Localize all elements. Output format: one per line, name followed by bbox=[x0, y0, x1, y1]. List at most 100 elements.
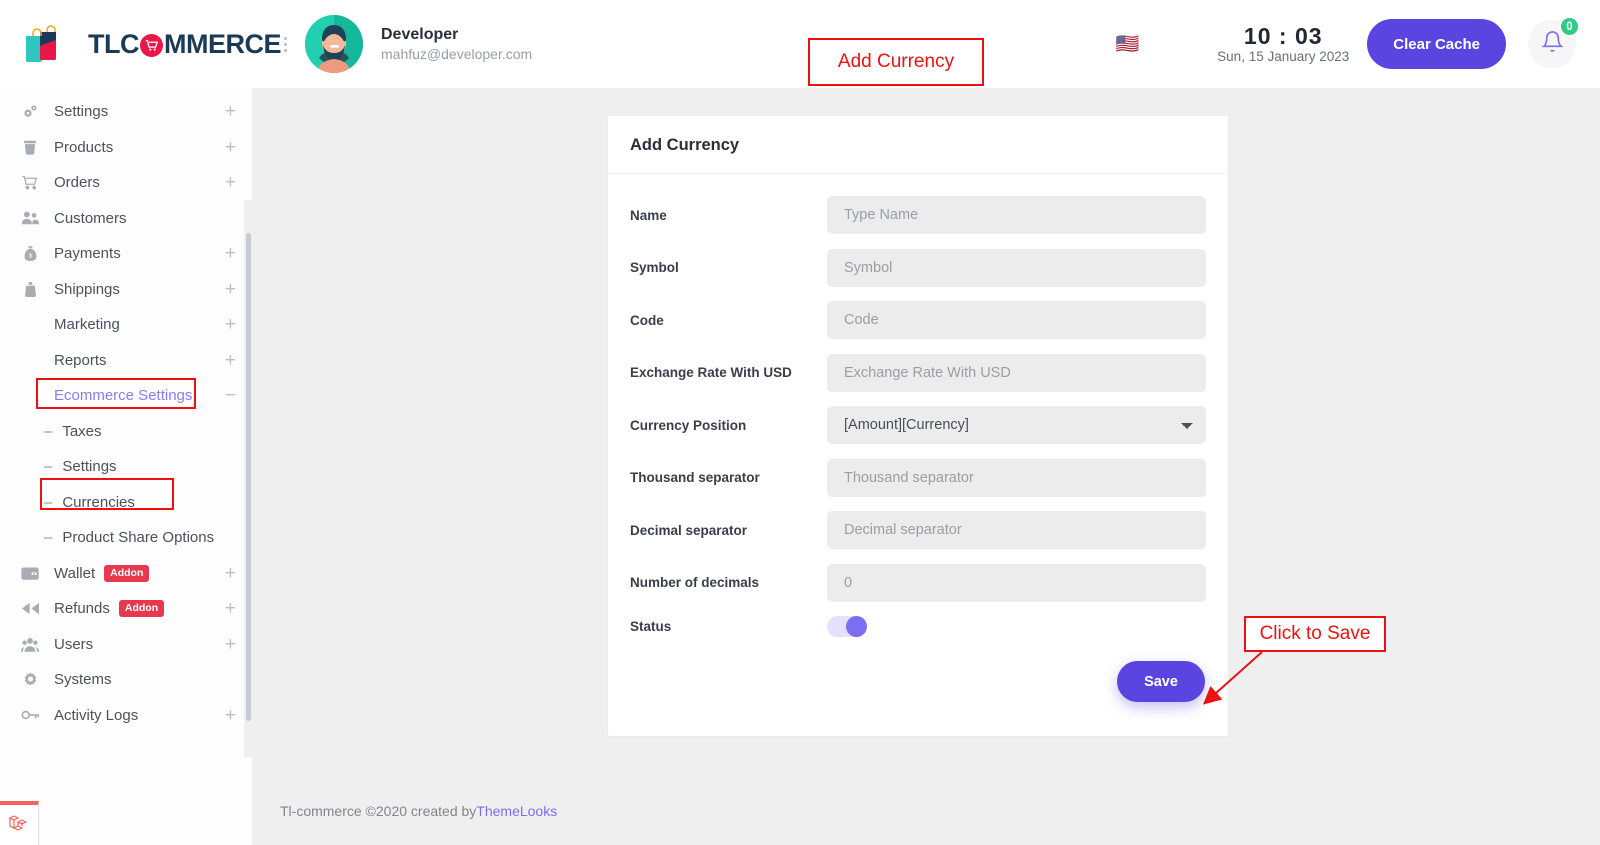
users-icon bbox=[18, 210, 42, 226]
sidebar-item-users[interactable]: Users + bbox=[0, 627, 252, 663]
language-flag-icon[interactable]: 🇺🇸 bbox=[1116, 35, 1140, 54]
form-row-thousand-separator: Thousand separator bbox=[630, 459, 1206, 497]
avatar[interactable] bbox=[305, 15, 363, 73]
box-icon bbox=[18, 139, 42, 156]
sidebar-item-refunds[interactable]: Refunds Addon + bbox=[0, 591, 252, 627]
card-body: Name Symbol Code Exchange Rate With USD Curr… bbox=[608, 174, 1228, 736]
exchange-rate-input[interactable] bbox=[827, 354, 1206, 392]
dot bbox=[284, 37, 287, 40]
sidebar-scrollbar[interactable] bbox=[246, 233, 251, 721]
top-header: TLCMMERCE Developer mahfuz@developer.com bbox=[0, 0, 1600, 88]
sidebar-item-label: Wallet bbox=[54, 565, 95, 582]
form-actions: Save bbox=[630, 661, 1206, 702]
notifications-button[interactable]: 0 bbox=[1528, 20, 1576, 68]
label-symbol: Symbol bbox=[630, 260, 827, 275]
expand-icon[interactable]: + bbox=[225, 138, 236, 157]
sidebar-item-label: Reports bbox=[54, 352, 107, 369]
sidebar-item-currencies[interactable]: –Currencies bbox=[0, 485, 252, 521]
sidebar-item-product-share-options[interactable]: –Product Share Options bbox=[0, 520, 252, 556]
money-bag-icon: $ bbox=[18, 245, 42, 262]
brand-text-first: TLC bbox=[88, 29, 139, 60]
cart-icon bbox=[18, 174, 42, 191]
form-row-symbol: Symbol bbox=[630, 249, 1206, 287]
expand-icon[interactable]: + bbox=[225, 564, 236, 583]
number-of-decimals-input[interactable] bbox=[827, 564, 1206, 602]
sub-item-dash-icon: – bbox=[44, 529, 52, 546]
expand-icon[interactable]: + bbox=[225, 102, 236, 121]
sidebar-item-marketing[interactable]: Marketing+ bbox=[0, 307, 252, 343]
sidebar-item-label: Activity Logs bbox=[54, 707, 138, 724]
code-input[interactable] bbox=[827, 301, 1206, 339]
expand-icon[interactable]: + bbox=[225, 173, 236, 192]
expand-icon[interactable]: + bbox=[225, 599, 236, 618]
label-exchange-rate: Exchange Rate With USD bbox=[630, 365, 827, 380]
wallet-icon bbox=[18, 566, 42, 581]
sidebar-item-shippings[interactable]: Shippings+ bbox=[0, 272, 252, 308]
sidebar-item-label: Products bbox=[54, 139, 113, 156]
sidebar-item-ecommerce-settings[interactable]: Ecommerce Settings− bbox=[0, 378, 252, 414]
shopping-bag-logo-icon bbox=[20, 22, 64, 66]
collapse-icon[interactable]: − bbox=[225, 386, 236, 405]
sidebar-item-systems[interactable]: Systems bbox=[0, 662, 252, 698]
app-root: TLCMMERCE Developer mahfuz@developer.com bbox=[0, 0, 1600, 845]
main-content: Add Currency NameSymbolCodeExchange Rate… bbox=[252, 88, 1600, 845]
clear-cache-button[interactable]: Clear Cache bbox=[1367, 19, 1506, 69]
user-group-icon bbox=[18, 636, 42, 653]
expand-icon[interactable]: + bbox=[225, 351, 236, 370]
expand-icon[interactable]: + bbox=[225, 315, 236, 334]
refund-icon bbox=[18, 601, 42, 616]
footer: Tl-commerce ©2020 created byThemeLooks bbox=[280, 803, 557, 819]
sidebar-item-settings[interactable]: –Settings bbox=[0, 449, 252, 485]
name-input[interactable] bbox=[827, 196, 1206, 234]
sidebar-item-payments[interactable]: $Payments+ bbox=[0, 236, 252, 272]
brand-logo[interactable]: TLCMMERCE bbox=[0, 22, 262, 66]
sidebar-item-activity-logs[interactable]: Activity Logs + bbox=[0, 698, 252, 734]
label-code: Code bbox=[630, 313, 827, 328]
addon-badge: Addon bbox=[104, 565, 149, 582]
sidebar-toggle-dots-icon[interactable] bbox=[284, 37, 287, 52]
sidebar-item-products[interactable]: Products + bbox=[0, 130, 252, 166]
form-row-code: Code bbox=[630, 301, 1206, 339]
dot bbox=[284, 49, 287, 52]
gear-icon bbox=[18, 671, 42, 688]
sidebar-item-taxes[interactable]: –Taxes bbox=[0, 414, 252, 450]
expand-icon[interactable]: + bbox=[225, 280, 236, 299]
form-row-name: Name bbox=[630, 196, 1206, 234]
clock-time: 10 : 03 bbox=[1217, 23, 1349, 49]
laravel-debugbar-button[interactable] bbox=[0, 801, 39, 845]
label-name: Name bbox=[630, 208, 827, 223]
sidebar: Settings+Products+Orders+Customers$Payme… bbox=[0, 88, 252, 845]
currency-position-select[interactable]: [Amount][Currency][Currency][Amount] bbox=[827, 406, 1206, 444]
status-toggle[interactable] bbox=[827, 616, 867, 637]
sidebar-item-settings[interactable]: Settings+ bbox=[0, 94, 252, 130]
laravel-logo-icon bbox=[7, 811, 31, 840]
header-right-tools: 🇺🇸 10 : 03 Sun, 15 January 2023 Clear Ca… bbox=[1116, 19, 1600, 69]
sidebar-item-label: Customers bbox=[54, 210, 127, 227]
currency-form: Name Symbol Code Exchange Rate With USD Curr… bbox=[630, 196, 1206, 637]
footer-link-themelooks[interactable]: ThemeLooks bbox=[476, 803, 557, 819]
save-button[interactable]: Save bbox=[1117, 661, 1205, 702]
sidebar-item-wallet[interactable]: Wallet Addon + bbox=[0, 556, 252, 592]
bell-icon bbox=[1541, 30, 1564, 58]
addon-badge: Addon bbox=[119, 600, 164, 617]
sidebar-item-label: Product Share Options bbox=[62, 529, 214, 546]
sidebar-item-customers[interactable]: Customers bbox=[0, 201, 252, 237]
add-currency-card: Add Currency NameSymbolCodeExchange Rate… bbox=[608, 116, 1228, 736]
expand-icon[interactable]: + bbox=[225, 244, 236, 263]
user-email: mahfuz@developer.com bbox=[381, 45, 532, 64]
decimal-separator-input[interactable] bbox=[827, 511, 1206, 549]
expand-icon[interactable]: + bbox=[225, 706, 236, 725]
form-row-currency-position: Currency Position[Amount][Currency][Curr… bbox=[630, 406, 1206, 444]
sidebar-item-label: Users bbox=[54, 636, 93, 653]
sidebar-item-reports[interactable]: Reports + bbox=[0, 343, 252, 379]
thousand-separator-input[interactable] bbox=[827, 459, 1206, 497]
form-row-decimal-separator: Decimal separator bbox=[630, 511, 1206, 549]
user-name: Developer bbox=[381, 24, 532, 46]
expand-icon[interactable]: + bbox=[225, 635, 236, 654]
sidebar-item-label: Refunds bbox=[54, 600, 110, 617]
notification-count-badge: 0 bbox=[1559, 16, 1580, 37]
sidebar-item-orders[interactable]: Orders+ bbox=[0, 165, 252, 201]
sub-item-dash-icon: – bbox=[44, 423, 52, 440]
symbol-input[interactable] bbox=[827, 249, 1206, 287]
user-info: Developer mahfuz@developer.com bbox=[381, 24, 532, 64]
